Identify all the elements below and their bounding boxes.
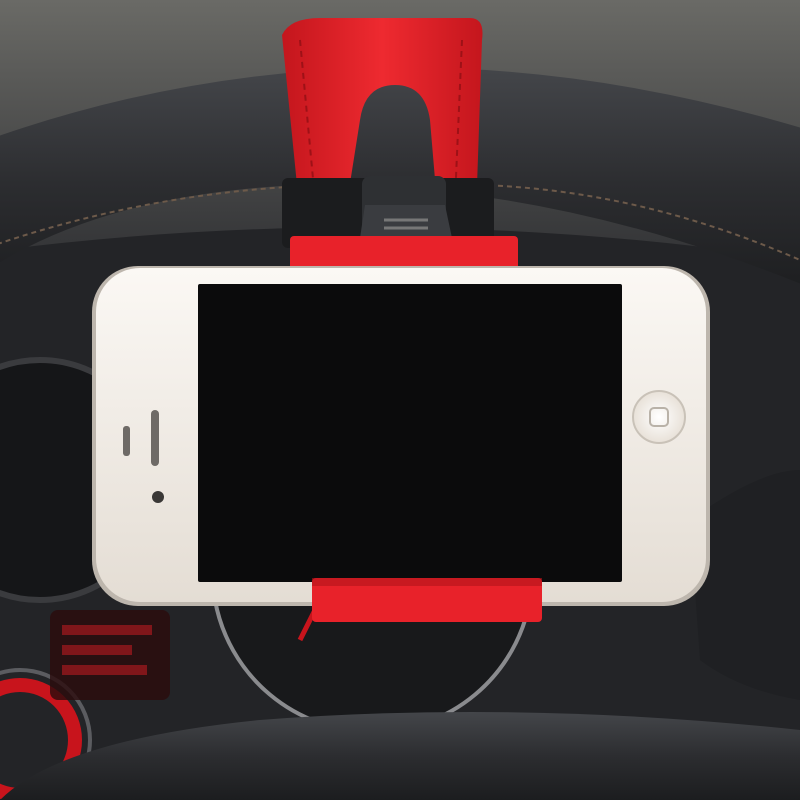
smartphone [92,266,710,606]
phone-screen [198,284,622,582]
mute-switch-icon [123,426,130,456]
earpiece-icon [151,410,159,466]
home-button-icon [632,390,686,444]
front-camera-icon [152,491,164,503]
product-photo [0,0,800,800]
